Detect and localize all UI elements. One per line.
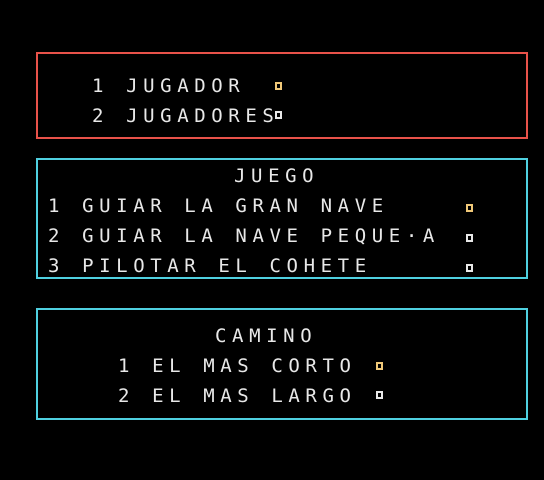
- option-shortest-route[interactable]: 1 EL MAS CORTO: [118, 356, 357, 376]
- option-rocket[interactable]: 3 PILOTAR EL COHETE: [48, 256, 372, 276]
- game-panel-title: JUEGO: [234, 165, 320, 187]
- one-player-checkbox[interactable]: [275, 82, 282, 90]
- longest-route-checkbox[interactable]: [376, 391, 383, 399]
- route-panel-title: CAMINO: [215, 325, 318, 347]
- shortest-route-checkbox[interactable]: [376, 362, 383, 370]
- option-small-ship[interactable]: 2 GUIAR LA NAVE PEQUE·A: [48, 226, 440, 246]
- option-two-players[interactable]: 2 JUGADORES: [92, 106, 279, 126]
- option-one-player[interactable]: 1 JUGADOR: [92, 76, 245, 96]
- small-ship-checkbox[interactable]: [466, 234, 473, 242]
- big-ship-checkbox[interactable]: [466, 204, 473, 212]
- rocket-checkbox[interactable]: [466, 264, 473, 272]
- option-big-ship[interactable]: 1 GUIAR LA GRAN NAVE: [48, 196, 389, 216]
- two-players-checkbox[interactable]: [275, 111, 282, 119]
- option-longest-route[interactable]: 2 EL MAS LARGO: [118, 386, 357, 406]
